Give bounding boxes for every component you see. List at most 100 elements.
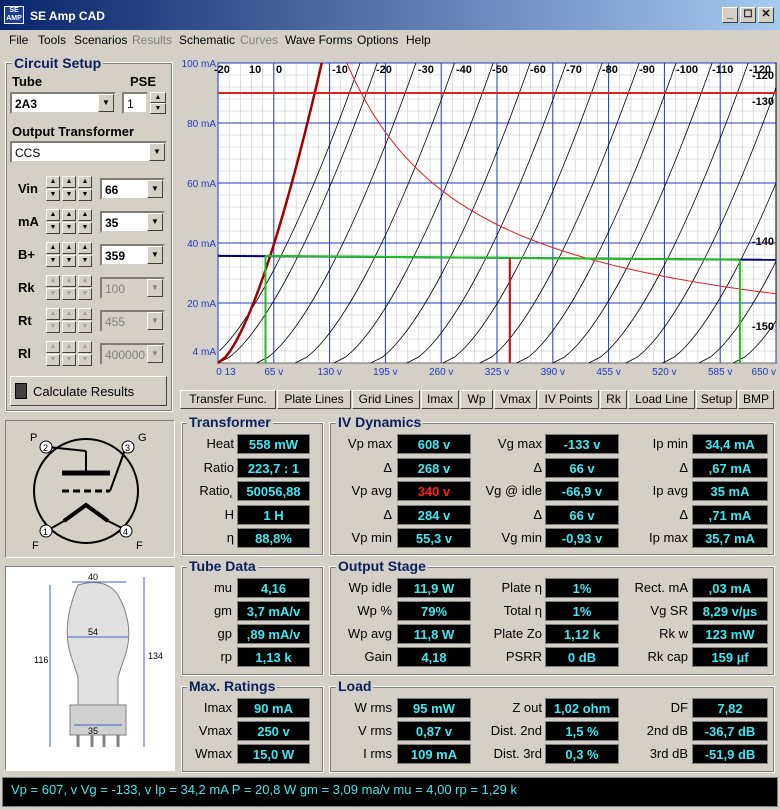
param-spin-down[interactable]: ▼ — [62, 321, 76, 333]
param-spin-up[interactable]: ▲ — [62, 209, 76, 221]
param-spin-up[interactable]: ▲ — [78, 176, 92, 188]
dim-width: 40 — [88, 572, 98, 582]
param-spin-down[interactable]: ▼ — [46, 288, 60, 300]
param-spin-down[interactable]: ▼ — [78, 255, 92, 267]
param-select[interactable]: 35 ▼ — [100, 211, 165, 233]
chart-tab[interactable]: Grid Lines — [352, 390, 420, 409]
pse-input[interactable]: 1 — [122, 92, 148, 114]
param-spin-down[interactable]: ▼ — [62, 222, 76, 234]
chevron-down-icon[interactable]: ▼ — [147, 312, 163, 330]
param-spin-up[interactable]: ▲ — [46, 275, 60, 287]
param-spin-down[interactable]: ▼ — [62, 288, 76, 300]
result-value: -66,9 v — [545, 481, 619, 501]
y-tick-label: 80 mA — [187, 119, 216, 130]
result-label: 3rd dB — [649, 746, 688, 761]
menu-file[interactable]: File — [9, 33, 28, 47]
param-spin-down[interactable]: ▼ — [62, 189, 76, 201]
param-spin-down[interactable]: ▼ — [78, 354, 92, 366]
param-spin-up[interactable]: ▲ — [62, 341, 76, 353]
calculate-results-button[interactable]: Calculate Results — [10, 376, 167, 406]
close-button[interactable]: ✕ — [758, 7, 774, 23]
param-spin-down[interactable]: ▼ — [46, 255, 60, 267]
param-spin-down[interactable]: ▼ — [78, 321, 92, 333]
grid-voltage-label: -80 — [602, 64, 618, 76]
menu-options[interactable]: Options — [357, 33, 398, 47]
menu-results[interactable]: Results — [132, 33, 172, 47]
chevron-down-icon[interactable]: ▼ — [147, 213, 163, 231]
param-select[interactable]: 66 ▼ — [100, 178, 165, 200]
pse-spin-down[interactable]: ▼ — [150, 103, 166, 114]
chevron-down-icon[interactable]: ▼ — [98, 94, 114, 112]
param-spin-up[interactable]: ▲ — [78, 341, 92, 353]
param-spin-up[interactable]: ▲ — [46, 341, 60, 353]
chart-tab[interactable]: IV Points — [538, 390, 599, 409]
param-spin-up[interactable]: ▲ — [46, 209, 60, 221]
param-spin-down[interactable]: ▼ — [46, 222, 60, 234]
param-spin-down[interactable]: ▼ — [62, 354, 76, 366]
param-spin-up[interactable]: ▲ — [78, 275, 92, 287]
pse-spin-up[interactable]: ▲ — [150, 92, 166, 103]
menu-schematic[interactable]: Schematic — [179, 33, 235, 47]
minimize-button[interactable]: _ — [722, 7, 738, 23]
chevron-down-icon[interactable]: ▼ — [147, 246, 163, 264]
param-spin-down[interactable]: ▼ — [78, 288, 92, 300]
param-spin-down[interactable]: ▼ — [46, 321, 60, 333]
result-value: 66 v — [545, 504, 619, 525]
param-spin-down[interactable]: ▼ — [78, 222, 92, 234]
result-label: Plate Zo — [493, 626, 542, 641]
chart-tab[interactable]: Rk — [600, 390, 627, 409]
plate-curves-chart[interactable]: 100 mA 80 mA 60 mA 40 mA 20 mA 4 mA 0 13 65 v 13… — [180, 55, 780, 385]
chart-tab[interactable]: Setup — [696, 390, 737, 409]
chevron-down-icon[interactable]: ▼ — [147, 180, 163, 198]
param-spin-up[interactable]: ▲ — [46, 308, 60, 320]
param-select[interactable]: 455 ▼ — [100, 310, 165, 332]
result-label: Wp idle — [348, 580, 392, 595]
chart-tab[interactable]: Wp — [460, 390, 493, 409]
param-spin-up[interactable]: ▲ — [62, 275, 76, 287]
menu-wave-forms[interactable]: Wave Forms — [285, 33, 353, 47]
chart-tab[interactable]: Plate Lines — [277, 390, 351, 409]
param-spin-up[interactable]: ▲ — [62, 308, 76, 320]
chart-tab[interactable]: Vmax — [494, 390, 537, 409]
param-spin-down[interactable]: ▼ — [62, 255, 76, 267]
menu-help[interactable]: Help — [406, 33, 431, 47]
param-spin-up[interactable]: ▲ — [46, 176, 60, 188]
chevron-down-icon[interactable]: ▼ — [147, 279, 163, 297]
circuit-setup-title: Circuit Setup — [12, 55, 104, 71]
param-spin-up[interactable]: ▲ — [62, 242, 76, 254]
result-label: Rect. mA — [634, 580, 688, 595]
grid-voltage-label: -130 — [752, 96, 774, 108]
grid-voltage-label: 0 — [276, 64, 282, 76]
x-tick-label: 585 v — [708, 367, 732, 378]
dim-height2: 134 — [148, 651, 163, 661]
menu-curves[interactable]: Curves — [240, 33, 278, 47]
menu-scenarios[interactable]: Scenarios — [74, 33, 127, 47]
chart-tab[interactable]: Load Line — [628, 390, 695, 409]
result-label: Vp max — [347, 436, 392, 451]
menu-tools[interactable]: Tools — [38, 33, 66, 47]
param-spin-up[interactable]: ▲ — [78, 209, 92, 221]
param-spin-down[interactable]: ▼ — [46, 189, 60, 201]
param-spin-up[interactable]: ▲ — [78, 242, 92, 254]
result-label: Ip min — [652, 436, 688, 451]
param-spin-up[interactable]: ▲ — [62, 176, 76, 188]
param-spin-down[interactable]: ▼ — [78, 189, 92, 201]
output-transformer-select[interactable]: CCS ▼ — [10, 141, 167, 163]
tube-data-title: Tube Data — [187, 558, 258, 574]
param-select[interactable]: 359 ▼ — [100, 244, 165, 266]
result-label: Wmax — [195, 746, 232, 761]
param-select[interactable]: 100 ▼ — [100, 277, 165, 299]
tube-select[interactable]: 2A3 ▼ — [10, 92, 116, 114]
chart-tab[interactable]: Transfer Func. — [180, 390, 276, 409]
chart-tab[interactable]: BMP — [738, 390, 774, 409]
param-spin-down[interactable]: ▼ — [46, 354, 60, 366]
chevron-down-icon[interactable]: ▼ — [149, 143, 165, 161]
result-label: 2nd dB — [646, 723, 688, 738]
maximize-button[interactable]: ☐ — [740, 7, 756, 23]
result-label: Plate η — [501, 580, 542, 595]
param-spin-up[interactable]: ▲ — [78, 308, 92, 320]
chevron-down-icon[interactable]: ▼ — [147, 345, 163, 363]
param-spin-up[interactable]: ▲ — [46, 242, 60, 254]
param-select[interactable]: 400000 ▼ — [100, 343, 165, 365]
chart-tab[interactable]: Imax — [421, 390, 459, 409]
